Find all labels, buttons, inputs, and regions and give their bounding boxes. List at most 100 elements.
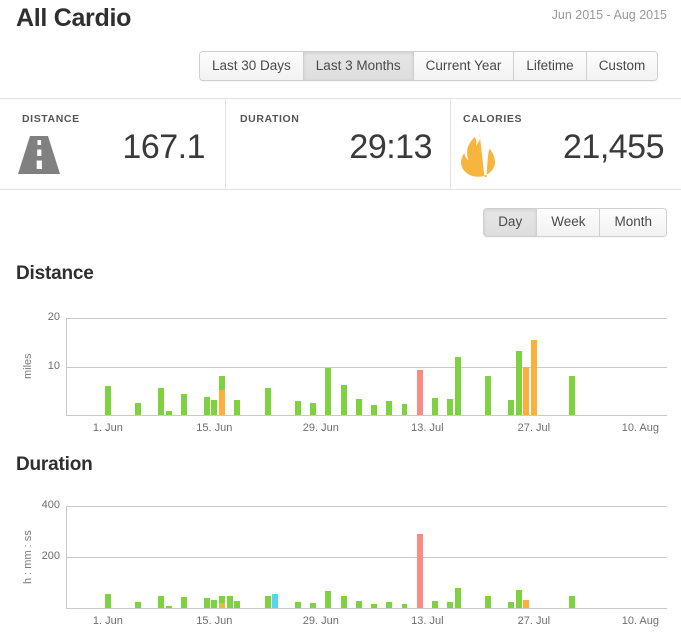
chart-bar-segment [432,398,438,415]
chart-bar-segment [211,400,218,415]
duration-chart-title: Duration [16,454,93,475]
chart-bar[interactable] [203,396,210,415]
chart-bar[interactable] [447,602,454,608]
chart-bar-segment [211,600,218,608]
granularity-tab-day[interactable]: Day [484,209,538,236]
chart-bar[interactable] [325,591,332,608]
chart-bar[interactable] [515,590,522,608]
chart-bar[interactable] [508,400,514,415]
chart-bar-segment [371,404,378,415]
range-tab-lifetime[interactable]: Lifetime [514,52,587,80]
chart-bar[interactable] [295,400,301,415]
chart-bar-segment [264,388,271,415]
range-tab-current-year[interactable]: Current Year [413,52,515,80]
chart-bar-segment [386,602,393,608]
stat-card-duration: DURATION 29:13 [226,99,451,190]
chart-bar[interactable] [485,595,492,608]
granularity-tab-group: Day Week Month [483,208,667,237]
chart-bar[interactable] [386,602,393,608]
stat-card-calories: CALORIES 21,455 [451,99,680,191]
chart-bar[interactable] [211,400,218,415]
chart-bar[interactable] [325,368,332,415]
granularity-tab-week[interactable]: Week [537,209,601,236]
range-tab-last-30-days[interactable]: Last 30 Days [200,52,304,80]
chart-bar-segment [158,388,165,415]
chart-bar[interactable] [523,366,530,415]
chart-bar[interactable] [401,404,408,415]
chart-bar[interactable] [218,375,225,415]
distance-chart-y-tick-label: 20 [47,311,60,323]
distance-chart-plot-area [66,318,667,415]
chart-bar[interactable] [264,388,271,415]
chart-bar[interactable] [568,376,575,415]
chart-bar[interactable] [203,598,210,608]
chart-bar[interactable] [234,600,241,608]
duration-chart-x-tick-label: 27. Jul [517,615,551,627]
chart-bar[interactable] [104,593,111,608]
chart-bar[interactable] [355,398,362,415]
chart-bar[interactable] [165,605,172,608]
chart-bar-segment [226,595,233,608]
chart-bar[interactable] [530,339,537,415]
chart-bar[interactable] [272,593,279,608]
distance-chart-axis-baseline [66,415,667,416]
chart-bar-segment [515,350,522,415]
chart-bar[interactable] [416,370,423,415]
duration-chart-y-tick-label: 200 [41,550,60,562]
chart-bar-segment [523,366,530,415]
chart-bar-segment [165,605,172,608]
chart-bar[interactable] [234,400,241,415]
chart-bar[interactable] [218,595,225,608]
chart-bar-segment [310,602,317,608]
chart-bar[interactable] [295,601,301,608]
chart-bar[interactable] [432,398,438,415]
distance-chart-x-tick-label: 27. Jul [517,422,551,434]
chart-bar[interactable] [371,404,378,415]
chart-bar[interactable] [135,402,142,415]
chart-bar[interactable] [454,587,461,608]
stat-value-calories: 21,455 [563,128,665,166]
chart-bar[interactable] [386,400,393,415]
chart-bar[interactable] [416,534,423,608]
summary-stats-row: DISTANCE 167.1 DURATION 29:13 CALORIES 21,455 [0,98,681,191]
chart-bar[interactable] [515,350,522,415]
chart-bar[interactable] [158,388,165,415]
chart-bar-segment [310,402,317,415]
chart-bar[interactable] [508,601,514,608]
chart-bar-segment [272,593,279,608]
chart-bar[interactable] [310,602,317,608]
chart-bar-segment [530,339,537,415]
chart-bar[interactable] [340,596,347,608]
chart-bar[interactable] [158,595,165,608]
chart-bar[interactable] [180,597,187,608]
chart-bar[interactable] [355,600,362,608]
chart-bar[interactable] [104,386,111,415]
chart-bar[interactable] [523,599,530,608]
chart-bar[interactable] [447,399,454,415]
duration-chart-x-tick-label: 29. Jun [302,615,339,627]
chart-bar[interactable] [180,393,187,415]
chart-bar-segment [325,368,332,415]
chart-bar[interactable] [371,603,378,608]
chart-bar[interactable] [226,595,233,608]
granularity-tab-month[interactable]: Month [600,209,666,236]
chart-bar[interactable] [340,385,347,415]
chart-bar[interactable] [485,376,492,415]
chart-bar[interactable] [310,402,317,415]
chart-bar-segment [355,398,362,415]
chart-bar[interactable] [135,601,142,608]
distance-chart-x-tick-label: 29. Jun [302,422,339,434]
chart-bar[interactable] [568,596,575,608]
chart-bar[interactable] [165,410,172,415]
chart-bar[interactable] [454,356,461,415]
chart-bar-segment [340,385,347,415]
range-tab-custom[interactable]: Custom [586,52,658,80]
chart-bar-segment [234,400,241,415]
range-tab-last-3-months[interactable]: Last 3 Months [303,52,414,80]
chart-bar-segment [203,396,210,415]
duration-chart-y-tick-label: 400 [41,499,60,511]
chart-bar[interactable] [401,603,408,608]
chart-bar[interactable] [264,596,271,608]
chart-bar[interactable] [432,600,438,608]
chart-bar[interactable] [211,600,218,608]
